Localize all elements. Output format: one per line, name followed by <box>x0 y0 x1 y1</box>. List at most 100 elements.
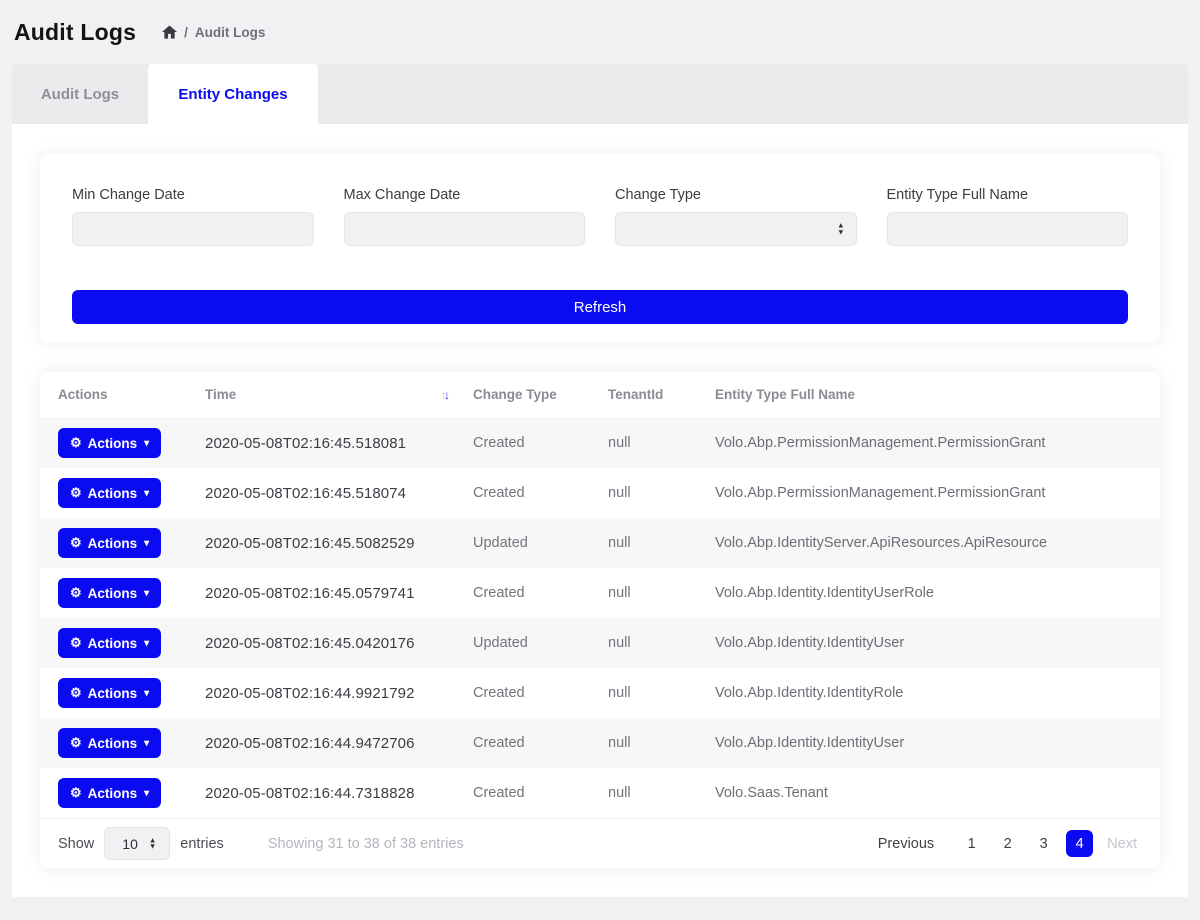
field-min-change-date: Min Change Date <box>72 187 314 246</box>
cell-time: 2020-05-08T02:16:45.0420176 <box>205 618 473 668</box>
tab-audit-logs[interactable]: Audit Logs <box>12 64 148 124</box>
column-header-tenant-id: TenantId <box>608 372 715 418</box>
show-label: Show <box>58 836 94 852</box>
pagination-page-2[interactable]: 2 <box>994 830 1021 857</box>
cell-entity-type-full-name: Volo.Abp.IdentityServer.ApiResources.Api… <box>715 518 1160 568</box>
entity-changes-table: Actions Time ↑↓ Change Type TenantId Ent… <box>40 372 1160 818</box>
page-header: Audit Logs / Audit Logs <box>0 0 1200 64</box>
cell-change-type: Created <box>473 568 608 618</box>
column-header-entity-type-full-name: Entity Type Full Name <box>715 372 1160 418</box>
cell-time: 2020-05-08T02:16:44.9921792 <box>205 668 473 718</box>
row-actions-label: Actions <box>88 736 138 751</box>
gear-icon: ⚙ <box>70 735 82 751</box>
table-row: ⚙ Actions ▾ 2020-05-08T02:16:45.0420176 … <box>40 618 1160 668</box>
max-change-date-input[interactable] <box>344 212 586 246</box>
breadcrumb: / Audit Logs <box>162 25 265 40</box>
row-actions-button[interactable]: ⚙ Actions ▾ <box>58 528 161 558</box>
refresh-button[interactable]: Refresh <box>72 290 1128 324</box>
cell-change-type: Created <box>473 768 608 818</box>
page-size-select[interactable]: 10 ▲▼ <box>104 827 170 860</box>
cell-tenant-id: null <box>608 768 715 818</box>
row-actions-button[interactable]: ⚙ Actions ▾ <box>58 478 161 508</box>
page-size-updown-icon: ▲▼ <box>149 837 156 850</box>
row-actions-button[interactable]: ⚙ Actions ▾ <box>58 678 161 708</box>
table-row: ⚙ Actions ▾ 2020-05-08T02:16:44.9921792 … <box>40 668 1160 718</box>
caret-down-icon: ▾ <box>144 788 149 799</box>
cell-time: 2020-05-08T02:16:45.0579741 <box>205 568 473 618</box>
page-title: Audit Logs <box>14 19 136 46</box>
cell-time: 2020-05-08T02:16:45.5082529 <box>205 518 473 568</box>
entries-summary: Showing 31 to 38 of 38 entries <box>268 836 464 852</box>
cell-time: 2020-05-08T02:16:44.7318828 <box>205 768 473 818</box>
column-header-time[interactable]: Time ↑↓ <box>205 372 473 418</box>
gear-icon: ⚙ <box>70 535 82 551</box>
pagination-page-3[interactable]: 3 <box>1030 830 1057 857</box>
row-actions-label: Actions <box>88 686 138 701</box>
row-actions-button[interactable]: ⚙ Actions ▾ <box>58 778 161 808</box>
row-actions-label: Actions <box>88 586 138 601</box>
min-change-date-input[interactable] <box>72 212 314 246</box>
tab-entity-changes[interactable]: Entity Changes <box>148 64 318 124</box>
cell-entity-type-full-name: Volo.Abp.Identity.IdentityRole <box>715 668 1160 718</box>
cell-tenant-id: null <box>608 618 715 668</box>
min-change-date-label: Min Change Date <box>72 187 314 203</box>
cell-tenant-id: null <box>608 468 715 518</box>
cell-tenant-id: null <box>608 418 715 468</box>
cell-change-type: Updated <box>473 518 608 568</box>
table-row: ⚙ Actions ▾ 2020-05-08T02:16:45.5082529 … <box>40 518 1160 568</box>
pagination-previous[interactable]: Previous <box>873 830 939 857</box>
pagination-next[interactable]: Next <box>1102 830 1142 857</box>
tab-bar: Audit Logs Entity Changes <box>12 64 1188 124</box>
max-change-date-label: Max Change Date <box>344 187 586 203</box>
cell-time: 2020-05-08T02:16:45.518081 <box>205 418 473 468</box>
column-header-change-type: Change Type <box>473 372 608 418</box>
cell-tenant-id: null <box>608 718 715 768</box>
caret-down-icon: ▾ <box>144 638 149 649</box>
cell-entity-type-full-name: Volo.Abp.Identity.IdentityUser <box>715 718 1160 768</box>
row-actions-button[interactable]: ⚙ Actions ▾ <box>58 728 161 758</box>
cell-tenant-id: null <box>608 668 715 718</box>
row-actions-label: Actions <box>88 786 138 801</box>
cell-tenant-id: null <box>608 518 715 568</box>
cell-tenant-id: null <box>608 568 715 618</box>
table-row: ⚙ Actions ▾ 2020-05-08T02:16:45.518074 C… <box>40 468 1160 518</box>
main-panel: Min Change Date Max Change Date Change T… <box>12 124 1188 897</box>
breadcrumb-current: Audit Logs <box>195 25 266 40</box>
sort-icon[interactable]: ↑↓ <box>441 388 447 402</box>
cell-change-type: Created <box>473 718 608 768</box>
cell-change-type: Created <box>473 468 608 518</box>
row-actions-button[interactable]: ⚙ Actions ▾ <box>58 428 161 458</box>
row-actions-button[interactable]: ⚙ Actions ▾ <box>58 628 161 658</box>
gear-icon: ⚙ <box>70 435 82 451</box>
gear-icon: ⚙ <box>70 685 82 701</box>
entries-label: entries <box>180 836 224 852</box>
table-row: ⚙ Actions ▾ 2020-05-08T02:16:44.9472706 … <box>40 718 1160 768</box>
cell-time: 2020-05-08T02:16:45.518074 <box>205 468 473 518</box>
gear-icon: ⚙ <box>70 485 82 501</box>
column-header-actions: Actions <box>40 372 205 418</box>
entity-type-full-name-input[interactable] <box>887 212 1129 246</box>
pagination: Previous 1234 Next <box>873 830 1142 857</box>
table-row: ⚙ Actions ▾ 2020-05-08T02:16:45.518081 C… <box>40 418 1160 468</box>
pagination-page-1[interactable]: 1 <box>958 830 985 857</box>
row-actions-label: Actions <box>88 436 138 451</box>
cell-entity-type-full-name: Volo.Abp.Identity.IdentityUserRole <box>715 568 1160 618</box>
row-actions-label: Actions <box>88 536 138 551</box>
cell-change-type: Created <box>473 418 608 468</box>
change-type-select[interactable] <box>615 212 857 246</box>
row-actions-label: Actions <box>88 486 138 501</box>
field-max-change-date: Max Change Date <box>344 187 586 246</box>
pagination-page-4[interactable]: 4 <box>1066 830 1093 857</box>
caret-down-icon: ▾ <box>144 438 149 449</box>
home-icon[interactable] <box>162 25 177 39</box>
row-actions-button[interactable]: ⚙ Actions ▾ <box>58 578 161 608</box>
cell-entity-type-full-name: Volo.Abp.PermissionManagement.Permission… <box>715 468 1160 518</box>
breadcrumb-separator: / <box>184 25 188 40</box>
field-entity-type-full-name: Entity Type Full Name <box>887 187 1129 246</box>
entity-type-full-name-label: Entity Type Full Name <box>887 187 1129 203</box>
filter-card: Min Change Date Max Change Date Change T… <box>40 154 1160 342</box>
cell-entity-type-full-name: Volo.Saas.Tenant <box>715 768 1160 818</box>
cell-entity-type-full-name: Volo.Abp.Identity.IdentityUser <box>715 618 1160 668</box>
table-header-row: Actions Time ↑↓ Change Type TenantId Ent… <box>40 372 1160 418</box>
gear-icon: ⚙ <box>70 635 82 651</box>
